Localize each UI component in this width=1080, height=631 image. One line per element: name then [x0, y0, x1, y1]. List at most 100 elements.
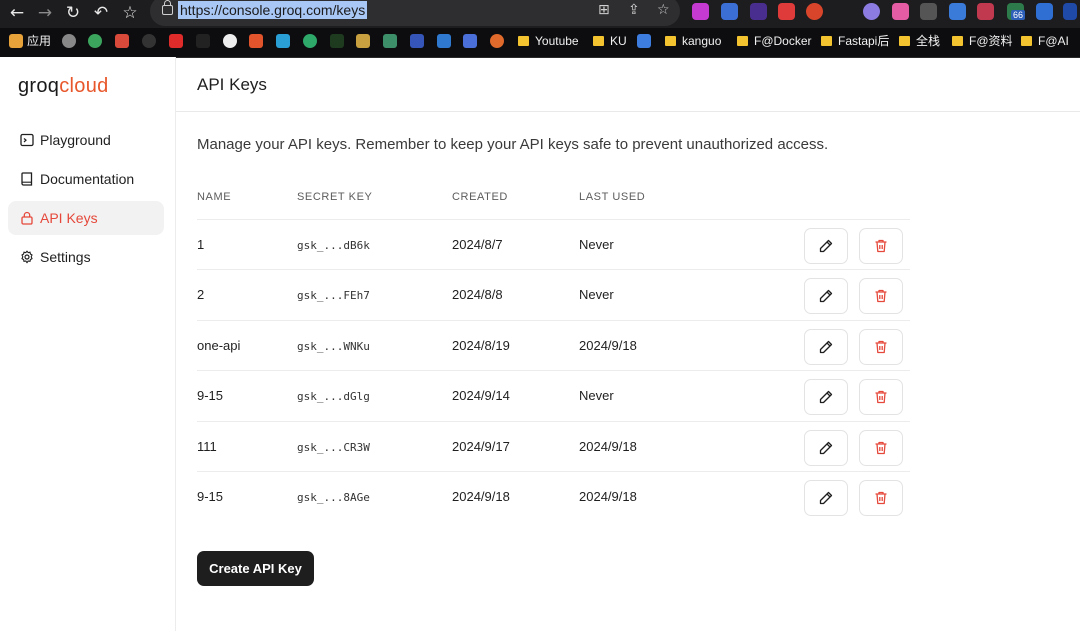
- edit-button[interactable]: [804, 430, 848, 466]
- created-date: 2024/8/19: [452, 338, 510, 353]
- delete-button[interactable]: [859, 278, 903, 314]
- trash-icon: [875, 390, 887, 404]
- delete-button[interactable]: [859, 228, 903, 264]
- translate-icon[interactable]: ⊞: [598, 2, 610, 18]
- bookmark-icon[interactable]: [330, 34, 344, 48]
- table-row: 1 gsk_...dB6k 2024/8/7 Never: [197, 219, 910, 270]
- sidebar-item-label: Documentation: [40, 171, 135, 187]
- github-bookmark-icon[interactable]: [142, 34, 156, 48]
- edit-button[interactable]: [804, 228, 848, 264]
- column-header-secret-key: SECRET KEY: [297, 191, 373, 203]
- created-date: 2024/8/7: [452, 237, 503, 252]
- extension-icon[interactable]: [977, 3, 994, 20]
- delete-button[interactable]: [859, 480, 903, 516]
- sidebar-item-label: API Keys: [40, 210, 98, 226]
- bookmark-fai[interactable]: F@AI: [1021, 33, 1069, 49]
- pencil-icon: [819, 441, 833, 455]
- delete-button[interactable]: [859, 329, 903, 365]
- create-api-key-button[interactable]: Create API Key: [197, 551, 314, 586]
- bookmark-fziliao[interactable]: F@资料: [952, 33, 1013, 49]
- bookmark-icon[interactable]: [303, 34, 317, 48]
- groqcloud-logo[interactable]: groqcloud: [18, 75, 109, 98]
- secret-key: gsk_...dGlg: [297, 390, 370, 403]
- trash-icon: [875, 289, 887, 303]
- created-date: 2024/9/17: [452, 439, 510, 454]
- extension-icon[interactable]: [750, 3, 767, 20]
- trash-icon: [875, 340, 887, 354]
- extension-icon[interactable]: [692, 3, 709, 20]
- sidebar-item-settings[interactable]: Settings: [8, 240, 164, 274]
- back-icon[interactable]: ←: [6, 3, 28, 23]
- forward-icon[interactable]: →: [34, 3, 56, 23]
- browser-toolbar: ← → ↻ ↶ ☆ https://console.groq.com/keys …: [0, 0, 1080, 28]
- share-icon[interactable]: ⇪: [628, 2, 640, 18]
- bookmark-icon[interactable]: [249, 34, 263, 48]
- bookmark-icon[interactable]: [410, 34, 424, 48]
- bookmark-kanguo[interactable]: kanguo: [665, 33, 721, 49]
- extension-icon[interactable]: [920, 3, 937, 20]
- extension-icon[interactable]: 66: [1007, 3, 1026, 20]
- extension-icon[interactable]: [863, 3, 880, 20]
- bookmark-quanzhan[interactable]: 全栈: [899, 33, 940, 49]
- sidebar: groqcloud Playground Documentation API K…: [0, 57, 176, 631]
- edit-button[interactable]: [804, 480, 848, 516]
- delete-button[interactable]: [859, 379, 903, 415]
- table-row: 2 gsk_...FEh7 2024/8/8 Never: [197, 269, 910, 320]
- settings-bookmark-icon[interactable]: [62, 34, 76, 48]
- extension-icon[interactable]: [949, 3, 966, 20]
- reload-icon[interactable]: ↻: [62, 3, 84, 23]
- extension-icon[interactable]: [892, 3, 909, 20]
- bookmark-fastapi[interactable]: Fastapi后: [821, 33, 889, 49]
- bookmark-apps[interactable]: 应用: [27, 33, 51, 49]
- sidebar-item-documentation[interactable]: Documentation: [8, 162, 164, 196]
- trash-icon: [875, 441, 887, 455]
- bilibili-bookmark-icon[interactable]: [276, 34, 290, 48]
- address-bar[interactable]: https://console.groq.com/keys ⊞ ⇪ ☆: [150, 0, 680, 26]
- last-used: 2024/9/18: [579, 489, 637, 504]
- divider: [176, 111, 1080, 112]
- sidebar-item-api-keys[interactable]: API Keys: [8, 201, 164, 235]
- secret-key: gsk_...CR3W: [297, 441, 370, 454]
- bookmark-fdocker[interactable]: F@Docker: [737, 33, 812, 49]
- youtube-bookmark-icon[interactable]: [169, 34, 183, 48]
- edit-button[interactable]: [804, 329, 848, 365]
- bookmark-ku[interactable]: KU: [593, 33, 627, 49]
- bookmark-youtube[interactable]: Youtube: [518, 33, 579, 49]
- bookmark-icon[interactable]: [356, 34, 370, 48]
- gear-icon: [21, 250, 33, 264]
- extension-icon[interactable]: [721, 3, 738, 20]
- edit-button[interactable]: [804, 379, 848, 415]
- bookmark-icon[interactable]: [490, 34, 504, 48]
- extension-icon[interactable]: [778, 3, 795, 20]
- bookmark-icon[interactable]: [637, 34, 651, 48]
- delete-button[interactable]: [859, 430, 903, 466]
- bookmark-icon[interactable]: [383, 34, 397, 48]
- url-text[interactable]: https://console.groq.com/keys: [178, 1, 368, 19]
- bookmark-icon[interactable]: [437, 34, 451, 48]
- extension-icon[interactable]: [1036, 3, 1053, 20]
- pencil-icon: [819, 340, 833, 354]
- edit-button[interactable]: [804, 278, 848, 314]
- gmail-bookmark-icon[interactable]: [115, 34, 129, 48]
- table-row: 9-15 gsk_...8AGe 2024/9/18 2024/9/18: [197, 471, 910, 522]
- extension-icon[interactable]: [1063, 3, 1077, 20]
- secret-key: gsk_...WNKu: [297, 340, 370, 353]
- secret-key: gsk_...FEh7: [297, 289, 370, 302]
- extension-icon[interactable]: [806, 3, 823, 20]
- sidebar-item-playground[interactable]: Playground: [8, 123, 164, 157]
- x-bookmark-icon[interactable]: [196, 34, 210, 48]
- chrome-bookmark-icon[interactable]: [88, 34, 102, 48]
- bookmark-star-icon[interactable]: ☆: [119, 3, 141, 23]
- lock-icon: [162, 0, 173, 15]
- table-row: 9-15 gsk_...dGlg 2024/9/14 Never: [197, 370, 910, 421]
- created-date: 2024/9/14: [452, 388, 510, 403]
- key-name: 2: [197, 287, 205, 302]
- undo-icon[interactable]: ↶: [90, 3, 112, 23]
- bookmark-icon[interactable]: [463, 34, 477, 48]
- table-row: 111 gsk_...CR3W 2024/9/17 2024/9/18: [197, 421, 910, 472]
- star-icon[interactable]: ☆: [657, 2, 670, 18]
- apps-grid-icon[interactable]: [9, 34, 23, 48]
- secret-key: gsk_...dB6k: [297, 239, 370, 252]
- sidebar-item-label: Settings: [40, 249, 91, 265]
- openai-bookmark-icon[interactable]: [223, 34, 237, 48]
